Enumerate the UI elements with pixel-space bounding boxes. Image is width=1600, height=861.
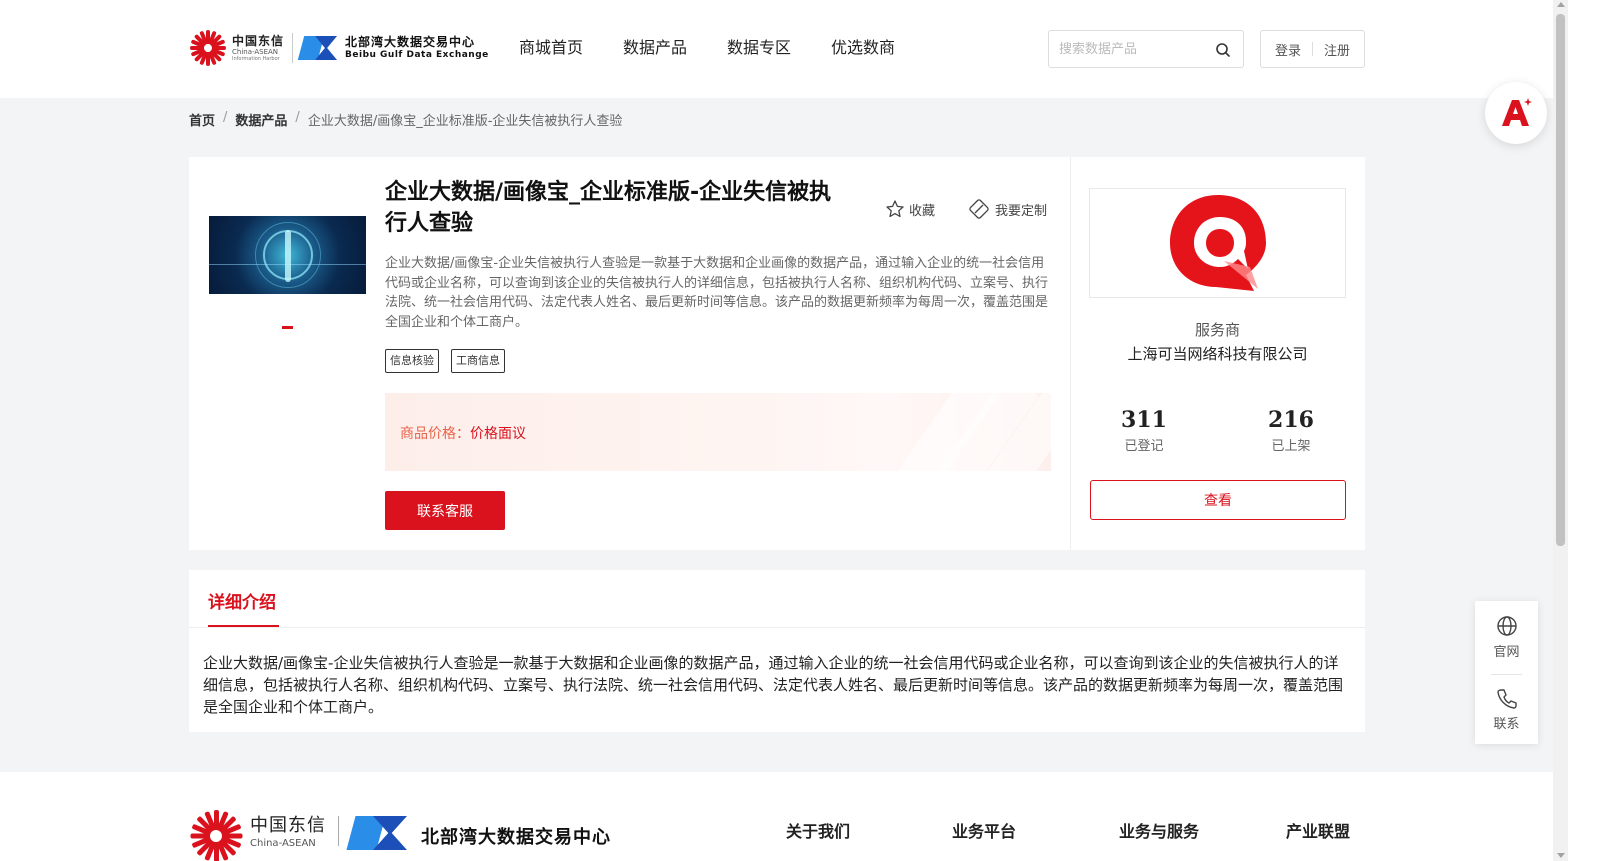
provider-name[interactable]: 上海可当网络科技有限公司 [1070, 343, 1365, 364]
footer-link-platform[interactable]: 业务平台 [952, 818, 1016, 842]
footer-partner-logo: 北部湾大数据交易中心 [346, 814, 611, 852]
footer-logo[interactable]: 中国东信 China-ASEAN 北部湾大数据交易中心 [190, 810, 611, 861]
top-header: 中国东信 China-ASEAN Information Harbor 北部湾大… [0, 0, 1553, 98]
footer-link-alliance[interactable]: 产业联盟 [1286, 818, 1350, 842]
assistant-a-icon [1502, 98, 1532, 126]
listed-label: 已上架 [1271, 439, 1311, 454]
contact-service-button[interactable]: 联系客服 [385, 491, 505, 530]
registered-stat: 311 已登记 [1094, 407, 1194, 454]
footer-logo-cn: 中国东信 [250, 815, 326, 836]
logo-divider [292, 33, 294, 63]
customize-icon [969, 199, 989, 219]
provider-label: 服务商 [1194, 321, 1240, 339]
side-contact-label: 联系 [1493, 717, 1520, 732]
star-icon [886, 200, 904, 218]
china-asean-logo-icon [190, 810, 243, 861]
listed-count: 216 [1268, 407, 1314, 433]
detail-section: 详细介绍 企业大数据/画像宝-企业失信被执行人查验是一款基于大数据和企业画像的数… [189, 570, 1365, 732]
partner-cn-text: 北部湾大数据交易中心 [345, 35, 476, 49]
register-link[interactable]: 注册 [1324, 40, 1350, 59]
customize-label: 我要定制 [995, 203, 1048, 219]
detail-divider [189, 627, 1365, 628]
product-description: 企业大数据/画像宝-企业失信被执行人查验是一款基于大数据和企业画像的数据产品，通… [385, 256, 1049, 330]
site-logo[interactable]: 中国东信 China-ASEAN Information Harbor 北部湾大… [190, 28, 489, 68]
view-provider-button[interactable]: 查看 [1090, 480, 1346, 520]
assistant-badge[interactable] [1485, 82, 1547, 144]
side-divider [1491, 674, 1522, 675]
price-value: 价格面议 [470, 426, 526, 442]
tag-item[interactable]: 工商信息 [451, 349, 505, 373]
logo-text: 中国东信 China-ASEAN Information Harbor [232, 35, 284, 62]
side-website-label: 官网 [1493, 645, 1520, 660]
beibu-gulf-logo-icon [297, 34, 339, 62]
listed-stat: 216 已上架 [1241, 407, 1341, 454]
side-toolbar: 官网 联系 [1475, 601, 1538, 744]
phone-icon [1496, 689, 1517, 709]
breadcrumb-separator: / [223, 110, 228, 125]
favorite-button[interactable]: 收藏 [885, 199, 935, 219]
scroll-down-arrow-icon[interactable] [1557, 853, 1565, 858]
customize-button[interactable]: 我要定制 [969, 199, 1047, 219]
price-panel: 商品价格：价格面议 [385, 393, 1051, 471]
product-image [209, 216, 366, 294]
nav-item-preferred-vendors[interactable]: 优选数商 [831, 36, 895, 60]
footer-link-about[interactable]: 关于我们 [786, 818, 850, 842]
partner-logo-text: 北部湾大数据交易中心 Beibu Gulf Data Exchange [345, 36, 489, 60]
partner-en-text: Beibu Gulf Data Exchange [345, 50, 489, 60]
footer: 中国东信 China-ASEAN 北部湾大数据交易中心 关于我们 业务平台 业务… [0, 772, 1553, 861]
price-label: 商品价格： [400, 426, 470, 442]
main-nav: 商城首页 数据产品 数据专区 优选数商 [519, 36, 935, 60]
nav-item-data-zone[interactable]: 数据专区 [727, 36, 791, 60]
scroll-up-arrow-icon[interactable] [1557, 2, 1565, 7]
product-title: 企业大数据/画像宝_企业标准版-企业失信被执行人查验 [385, 180, 832, 236]
side-website-button[interactable]: 官网 [1475, 615, 1538, 660]
tab-detail[interactable]: 详细介绍 [208, 588, 276, 613]
search-box [1048, 30, 1244, 68]
beibu-gulf-logo-icon [346, 814, 409, 852]
registered-label: 已登记 [1124, 439, 1164, 454]
nav-item-data-products[interactable]: 数据产品 [623, 36, 687, 60]
footer-link-services[interactable]: 业务与服务 [1119, 818, 1199, 842]
auth-divider [1312, 42, 1313, 56]
logo-cn-text: 中国东信 [232, 33, 285, 48]
tag-list: 信息核验 工商信息 [385, 349, 505, 373]
breadcrumb-separator: / [295, 110, 300, 125]
scrollbar-thumb[interactable] [1556, 14, 1565, 546]
detail-text: 企业大数据/画像宝-企业失信被执行人查验是一款基于大数据和企业画像的数据产品，通… [203, 654, 1344, 716]
search-input[interactable] [1059, 41, 1209, 57]
login-link[interactable]: 登录 [1275, 40, 1301, 59]
tag-item[interactable]: 信息核验 [385, 349, 439, 373]
breadcrumb-current: 企业大数据/画像宝_企业标准版-企业失信被执行人查验 [307, 114, 623, 129]
footer-logo-en: China-ASEAN [250, 838, 316, 849]
logo-en-text: China-ASEAN [232, 47, 279, 56]
favorite-label: 收藏 [909, 203, 936, 219]
registered-count: 311 [1121, 407, 1167, 433]
breadcrumb: 首页 / 数据产品 / 企业大数据/画像宝_企业标准版-企业失信被执行人查验 [189, 110, 622, 129]
search-icon[interactable] [1215, 42, 1231, 58]
image-pagination-dot[interactable] [282, 326, 293, 329]
globe-icon [1496, 616, 1517, 636]
footer-partner-cn: 北部湾大数据交易中心 [421, 827, 611, 848]
breadcrumb-category[interactable]: 数据产品 [235, 110, 287, 129]
side-contact-button[interactable]: 联系 [1475, 687, 1538, 732]
nav-item-mall-home[interactable]: 商城首页 [519, 36, 583, 60]
breadcrumb-home[interactable]: 首页 [189, 110, 215, 129]
provider-logo[interactable] [1089, 188, 1346, 298]
product-card: 企业大数据/画像宝_企业标准版-企业失信被执行人查验 收藏 我要定制 企业大数据… [189, 157, 1365, 550]
footer-logo-text: 中国东信 China-ASEAN [250, 817, 326, 849]
logo-sub-text: Information Harbor [232, 55, 280, 62]
provider-logo-icon [1169, 195, 1266, 291]
auth-box: 登录 注册 [1260, 30, 1365, 68]
china-asean-logo-icon [190, 30, 226, 66]
footer-logo-divider [338, 816, 339, 846]
price-line: 商品价格：价格面议 [400, 423, 526, 443]
